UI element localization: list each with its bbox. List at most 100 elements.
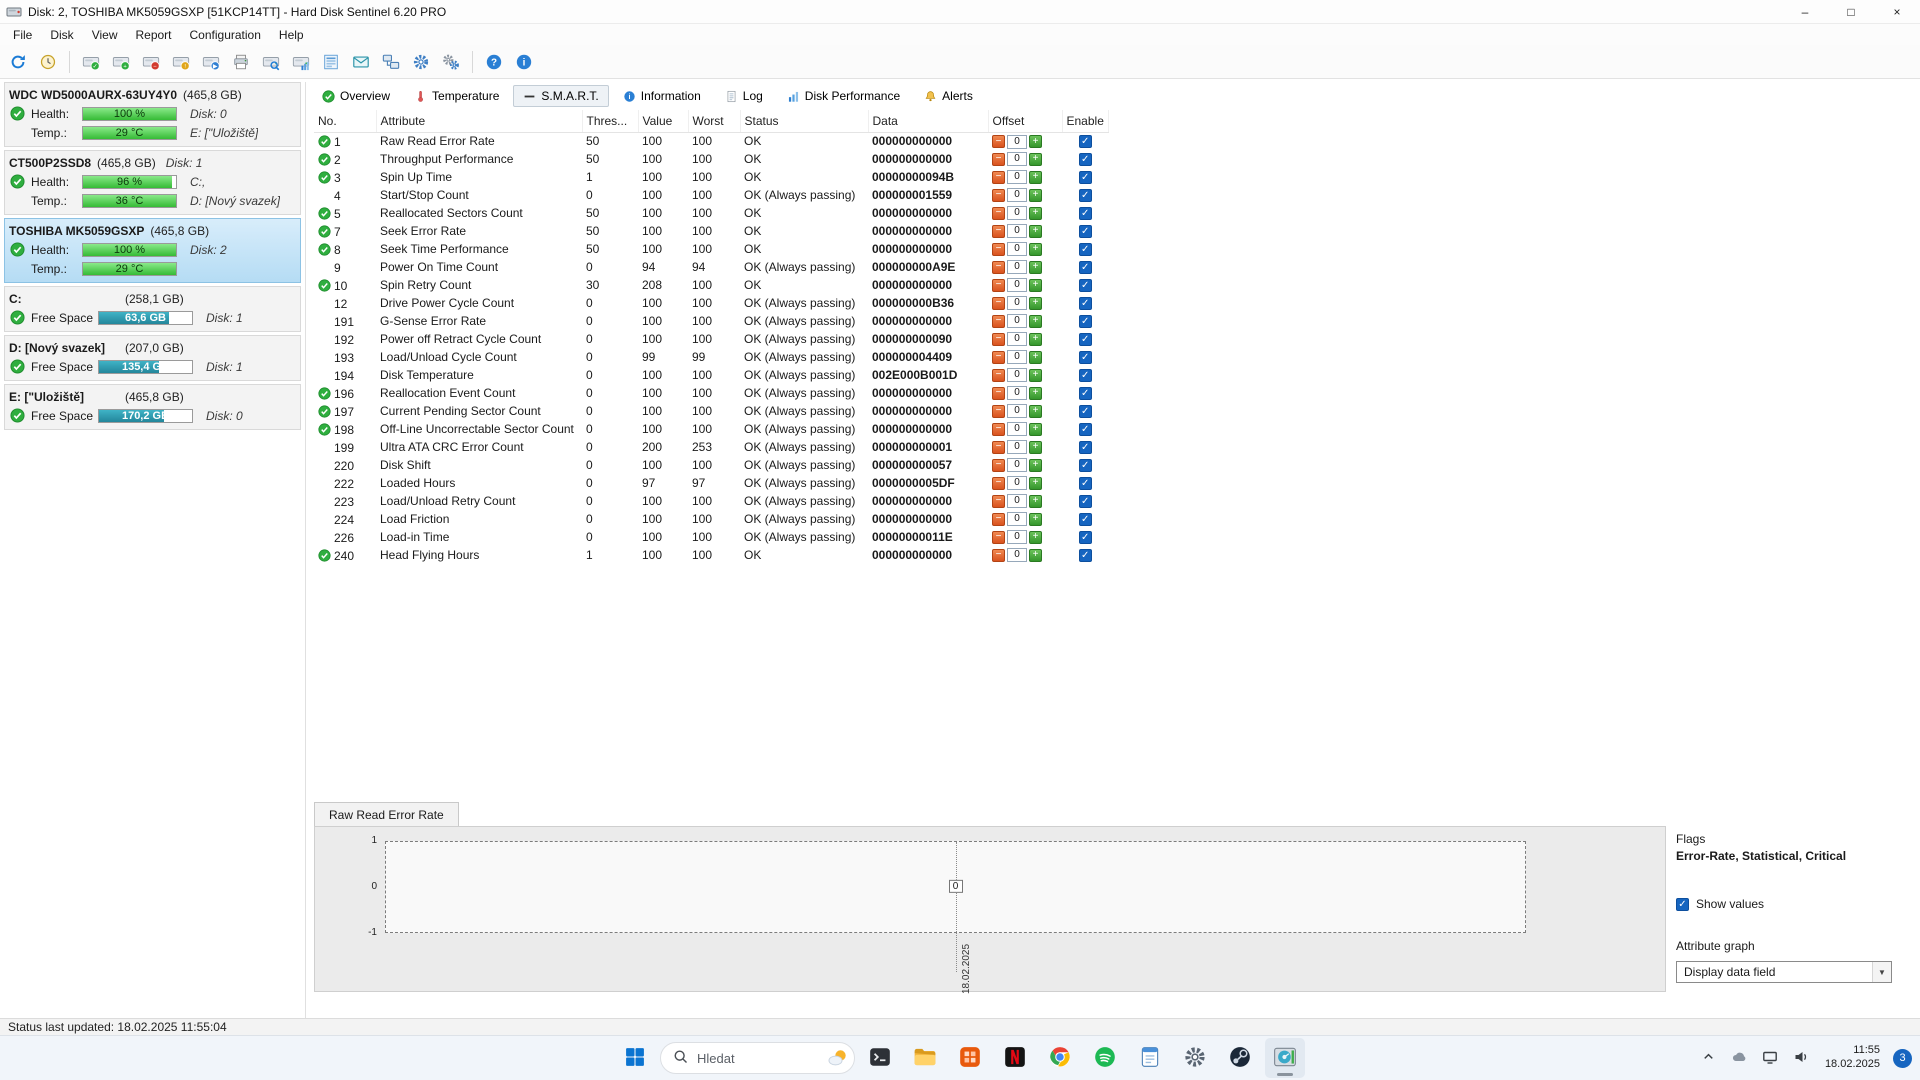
col-enable[interactable]: Enable — [1062, 110, 1108, 132]
maximize-button[interactable]: □ — [1828, 0, 1874, 23]
offset-decrease-button[interactable]: − — [992, 297, 1005, 310]
enable-checkbox[interactable]: ✓ — [1079, 495, 1092, 508]
partition-item[interactable]: D: [Nový svazek](207,0 GB)Free Space135,… — [4, 335, 301, 381]
offset-decrease-button[interactable]: − — [992, 189, 1005, 202]
col-data[interactable]: Data — [868, 110, 988, 132]
offset-decrease-button[interactable]: − — [992, 513, 1005, 526]
taskbar-notepad[interactable] — [1130, 1038, 1170, 1078]
disk-item[interactable]: TOSHIBA MK5059GSXP(465,8 GB)Health:100 %… — [4, 218, 301, 283]
offset-decrease-button[interactable]: − — [992, 495, 1005, 508]
print-button[interactable] — [227, 48, 255, 76]
search-box[interactable]: Hledat — [660, 1042, 855, 1074]
taskbar-file-explorer[interactable] — [905, 1038, 945, 1078]
offset-decrease-button[interactable]: − — [992, 549, 1005, 562]
minimize-button[interactable]: – — [1782, 0, 1828, 23]
smart-row[interactable]: 240Head Flying Hours1100100OK00000000000… — [314, 546, 1108, 564]
refresh-button[interactable] — [4, 48, 32, 76]
disk-status-button[interactable]: ✓ — [77, 48, 105, 76]
offset-decrease-button[interactable]: − — [992, 171, 1005, 184]
offset-increase-button[interactable]: + — [1029, 387, 1042, 400]
tab-overview[interactable]: Overview — [312, 85, 400, 107]
smart-row[interactable]: 9Power On Time Count09494OK (Always pass… — [314, 258, 1108, 276]
offset-increase-button[interactable]: + — [1029, 243, 1042, 256]
smart-row[interactable]: 5Reallocated Sectors Count50100100OK0000… — [314, 204, 1108, 222]
offset-increase-button[interactable]: + — [1029, 225, 1042, 238]
disk-remove-button[interactable]: − — [137, 48, 165, 76]
offset-increase-button[interactable]: + — [1029, 189, 1042, 202]
smart-row[interactable]: 199Ultra ATA CRC Error Count0200253OK (A… — [314, 438, 1108, 456]
enable-checkbox[interactable]: ✓ — [1079, 369, 1092, 382]
preferences-button[interactable] — [437, 48, 465, 76]
smart-row[interactable]: 222Loaded Hours09797OK (Always passing)0… — [314, 474, 1108, 492]
offset-decrease-button[interactable]: − — [992, 387, 1005, 400]
start-button[interactable] — [615, 1038, 655, 1078]
disk-search-button[interactable] — [257, 48, 285, 76]
enable-checkbox[interactable]: ✓ — [1079, 441, 1092, 454]
menu-disk[interactable]: Disk — [41, 26, 82, 44]
smart-row[interactable]: 10Spin Retry Count30208100OK000000000000… — [314, 276, 1108, 294]
clock-button[interactable] — [34, 48, 62, 76]
offset-increase-button[interactable]: + — [1029, 297, 1042, 310]
tray-cloud[interactable] — [1728, 1046, 1750, 1071]
taskbar-office[interactable] — [950, 1038, 990, 1078]
smart-row[interactable]: 7Seek Error Rate50100100OK000000000000−0… — [314, 222, 1108, 240]
offset-decrease-button[interactable]: − — [992, 315, 1005, 328]
smart-row[interactable]: 193Load/Unload Cycle Count09999OK (Alway… — [314, 348, 1108, 366]
tray-clock[interactable]: 11:5518.02.2025 — [1821, 1042, 1884, 1074]
menu-help[interactable]: Help — [270, 26, 313, 44]
taskbar-netflix[interactable] — [995, 1038, 1035, 1078]
show-values-checkbox[interactable]: ✓ — [1676, 898, 1689, 911]
enable-checkbox[interactable]: ✓ — [1079, 261, 1092, 274]
menu-file[interactable]: File — [4, 26, 41, 44]
taskbar-hard-disk-sentinel[interactable] — [1265, 1038, 1305, 1078]
report-button[interactable] — [317, 48, 345, 76]
notification-badge[interactable]: 3 — [1893, 1049, 1912, 1068]
smart-row[interactable]: 197Current Pending Sector Count0100100OK… — [314, 402, 1108, 420]
enable-checkbox[interactable]: ✓ — [1079, 387, 1092, 400]
taskbar-settings-app[interactable] — [1175, 1038, 1215, 1078]
enable-checkbox[interactable]: ✓ — [1079, 207, 1092, 220]
enable-checkbox[interactable]: ✓ — [1079, 531, 1092, 544]
network-monitor-button[interactable] — [377, 48, 405, 76]
smart-row[interactable]: 192Power off Retract Cycle Count0100100O… — [314, 330, 1108, 348]
offset-decrease-button[interactable]: − — [992, 405, 1005, 418]
offset-increase-button[interactable]: + — [1029, 207, 1042, 220]
offset-increase-button[interactable]: + — [1029, 333, 1042, 346]
offset-decrease-button[interactable]: − — [992, 279, 1005, 292]
taskbar-steam[interactable] — [1220, 1038, 1260, 1078]
enable-checkbox[interactable]: ✓ — [1079, 315, 1092, 328]
enable-checkbox[interactable]: ✓ — [1079, 333, 1092, 346]
graph-tab[interactable]: Raw Read Error Rate — [314, 802, 459, 826]
disk-tools-button[interactable]: ! — [167, 48, 195, 76]
enable-checkbox[interactable]: ✓ — [1079, 153, 1092, 166]
enable-checkbox[interactable]: ✓ — [1079, 459, 1092, 472]
tab-temperature[interactable]: Temperature — [404, 85, 509, 107]
taskbar-spotify[interactable] — [1085, 1038, 1125, 1078]
offset-increase-button[interactable]: + — [1029, 513, 1042, 526]
settings-button[interactable] — [407, 48, 435, 76]
offset-increase-button[interactable]: + — [1029, 279, 1042, 292]
mail-button[interactable] — [347, 48, 375, 76]
col-no[interactable]: No. — [314, 110, 376, 132]
offset-decrease-button[interactable]: − — [992, 459, 1005, 472]
smart-row[interactable]: 223Load/Unload Retry Count0100100OK (Alw… — [314, 492, 1108, 510]
smart-row[interactable]: 226Load-in Time0100100OK (Always passing… — [314, 528, 1108, 546]
enable-checkbox[interactable]: ✓ — [1079, 135, 1092, 148]
show-values-option[interactable]: ✓ Show values — [1676, 897, 1916, 911]
enable-checkbox[interactable]: ✓ — [1079, 297, 1092, 310]
disk-accept-button[interactable]: + — [107, 48, 135, 76]
smart-row[interactable]: 191G-Sense Error Rate0100100OK (Always p… — [314, 312, 1108, 330]
offset-increase-button[interactable]: + — [1029, 441, 1042, 454]
disk-performance-button[interactable] — [287, 48, 315, 76]
smart-row[interactable]: 196Reallocation Event Count0100100OK (Al… — [314, 384, 1108, 402]
enable-checkbox[interactable]: ✓ — [1079, 171, 1092, 184]
menu-report[interactable]: Report — [126, 26, 180, 44]
smart-row[interactable]: 2Throughput Performance50100100OK0000000… — [314, 150, 1108, 168]
disk-item[interactable]: WDC WD5000AURX-63UY4Y0(465,8 GB)Health:1… — [4, 82, 301, 147]
tray-volume[interactable] — [1790, 1046, 1812, 1071]
col-attribute[interactable]: Attribute — [376, 110, 582, 132]
offset-increase-button[interactable]: + — [1029, 171, 1042, 184]
enable-checkbox[interactable]: ✓ — [1079, 351, 1092, 364]
smart-row[interactable]: 194Disk Temperature0100100OK (Always pas… — [314, 366, 1108, 384]
help-button[interactable]: ? — [480, 48, 508, 76]
